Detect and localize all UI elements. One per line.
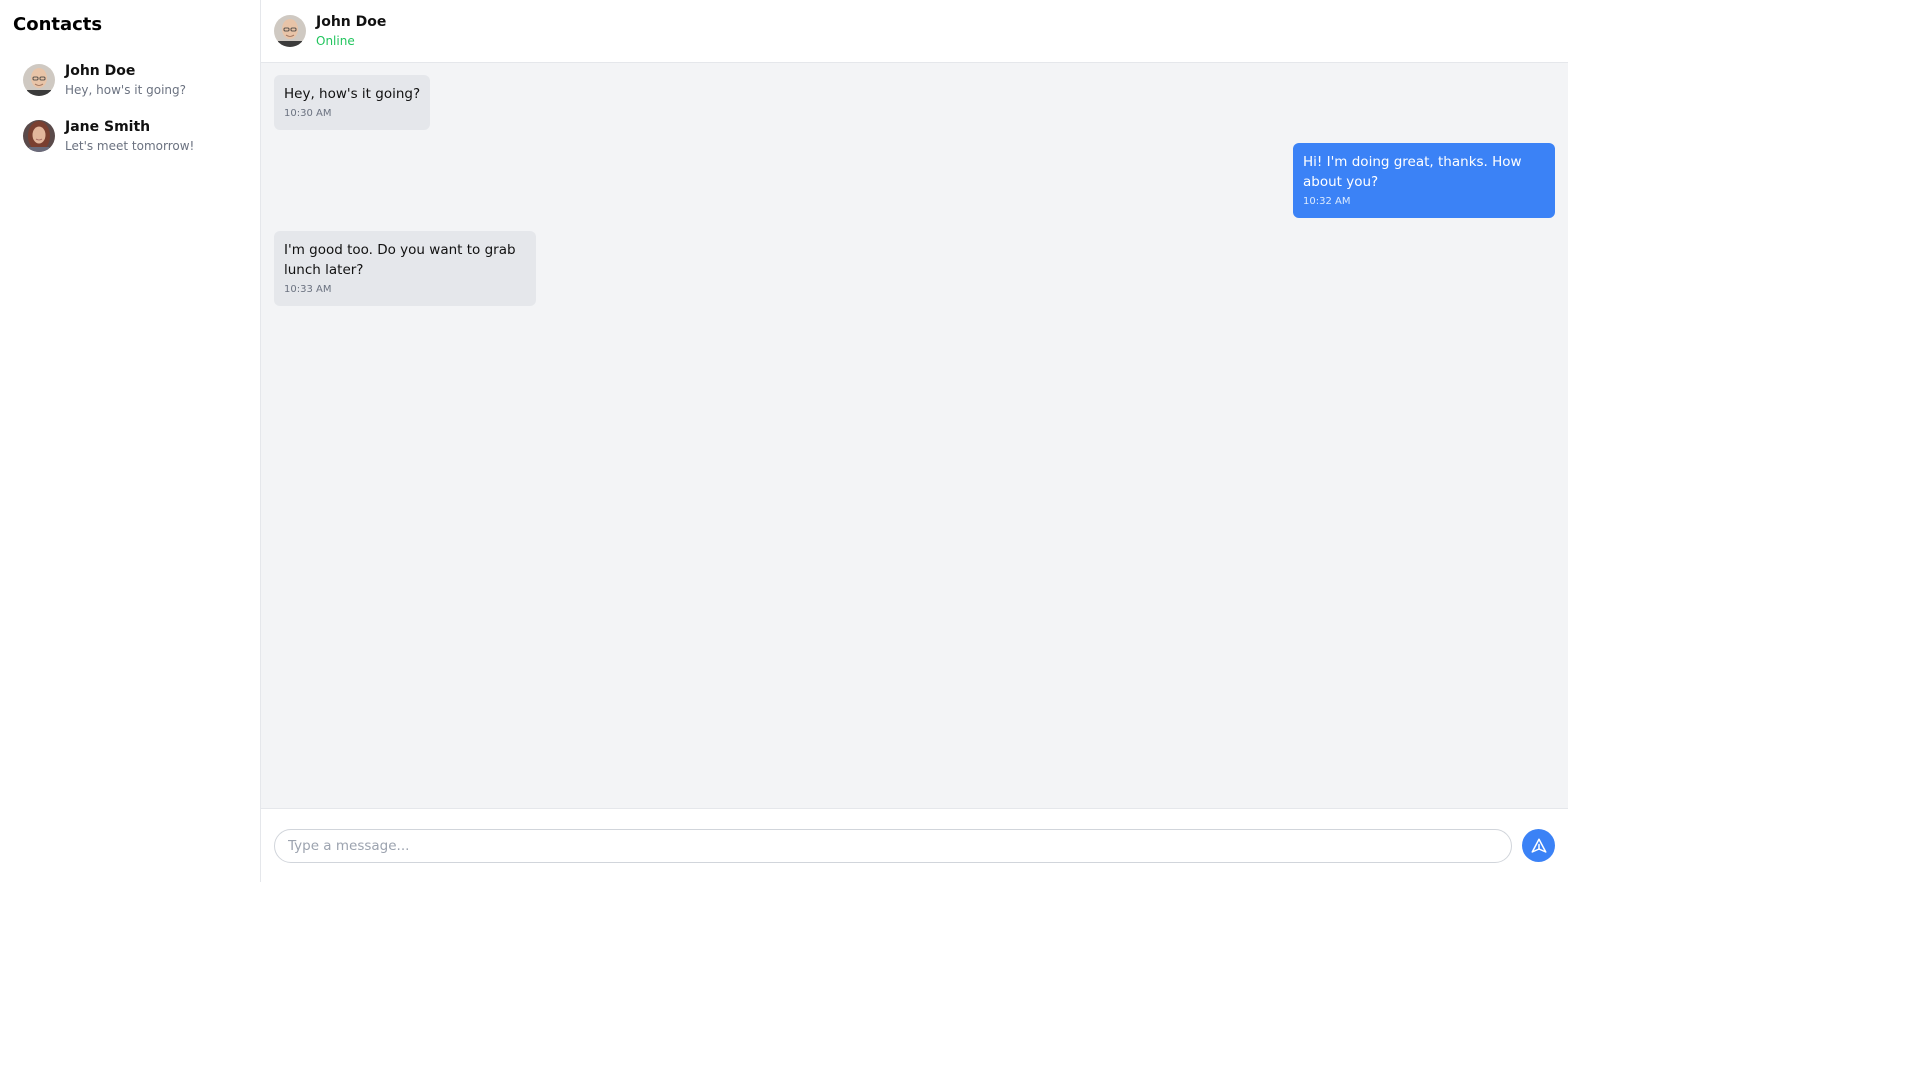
contact-item-john-doe[interactable]: John Doe Hey, how's it going? — [0, 52, 260, 108]
message-input[interactable] — [274, 828, 1512, 863]
avatar — [23, 120, 55, 152]
chat-panel: John Doe Online Hey, how's it going? 10:… — [261, 0, 1568, 882]
send-icon — [1531, 838, 1546, 853]
outgoing-message-bubble: Hi! I'm doing great, thanks. How about y… — [1293, 143, 1555, 218]
message-list: Hey, how's it going? 10:30 AM Hi! I'm do… — [261, 63, 1568, 808]
contact-list: John Doe Hey, how's it going? Jane Smith — [0, 48, 260, 164]
avatar — [23, 64, 55, 96]
incoming-message-bubble: I'm good too. Do you want to grab lunch … — [274, 231, 536, 306]
contact-item-jane-smith[interactable]: Jane Smith Let's meet tomorrow! — [0, 108, 260, 164]
bald-man-avatar-icon — [23, 64, 55, 96]
message-time: 10:30 AM — [284, 108, 332, 119]
chat-header: John Doe Online — [261, 0, 1568, 63]
message-row: I'm good too. Do you want to grab lunch … — [274, 231, 1555, 306]
bald-man-avatar-icon — [274, 15, 306, 47]
send-button[interactable] — [1522, 829, 1555, 862]
message-text: I'm good too. Do you want to grab lunch … — [284, 242, 516, 278]
status-badge: Online — [316, 33, 355, 48]
contacts-sidebar: Contacts John Doe Hey, how's it going? J… — [0, 0, 261, 882]
contact-name: Jane Smith — [65, 118, 151, 135]
contact-preview: Let's meet tomorrow! — [65, 138, 195, 153]
sidebar-title: Contacts — [13, 14, 103, 35]
chat-contact-name: John Doe — [316, 13, 387, 30]
message-row: Hi! I'm doing great, thanks. How about y… — [274, 143, 1555, 218]
contact-name: John Doe — [65, 62, 136, 79]
message-time: 10:33 AM — [284, 284, 332, 295]
woman-avatar-icon — [23, 120, 55, 152]
message-row: Hey, how's it going? 10:30 AM — [274, 75, 1555, 130]
contact-preview: Hey, how's it going? — [65, 82, 187, 97]
incoming-message-bubble: Hey, how's it going? 10:30 AM — [274, 75, 431, 130]
message-text: Hi! I'm doing great, thanks. How about y… — [1303, 154, 1522, 190]
message-time: 10:32 AM — [1303, 196, 1351, 207]
message-text: Hey, how's it going? — [284, 86, 421, 102]
avatar — [274, 15, 306, 47]
message-composer — [261, 808, 1568, 882]
chat-app: Contacts John Doe Hey, how's it going? J… — [0, 0, 1568, 882]
